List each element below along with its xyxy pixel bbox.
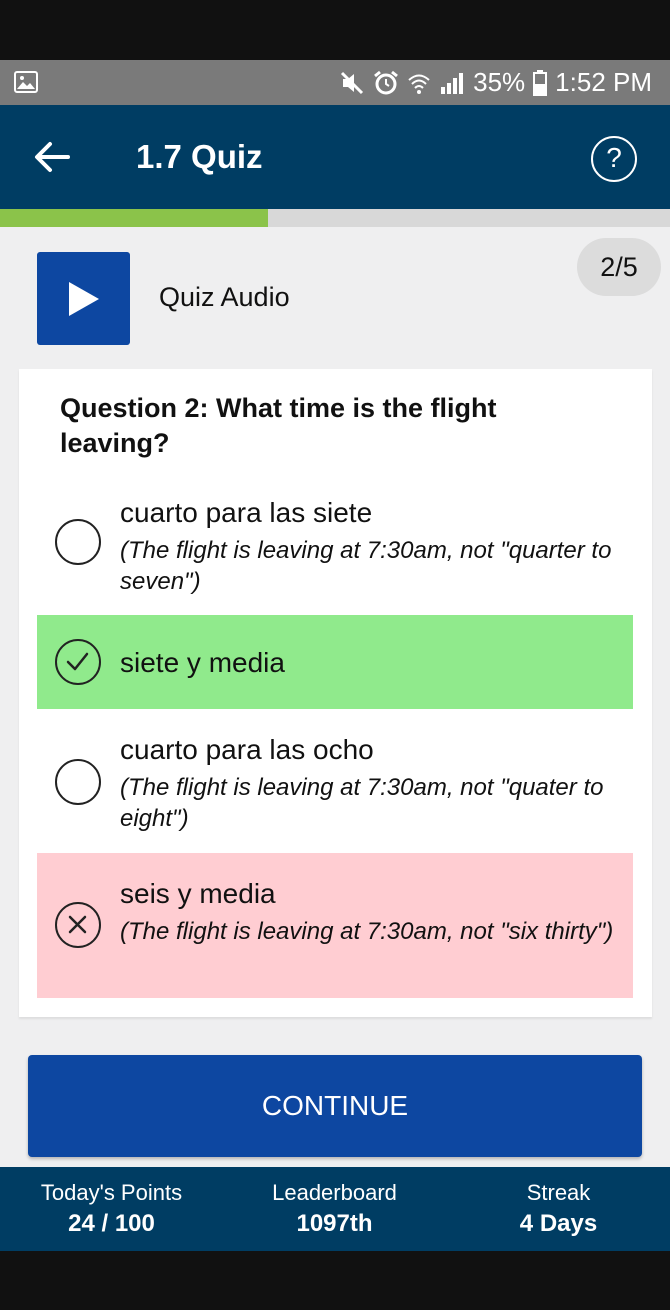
answer-option-4[interactable]: seis y media (The flight is leaving at 7… [37,853,633,998]
answer-label: cuarto para las ocho [120,734,374,765]
leaderboard-stat[interactable]: Leaderboard 1097th [223,1179,446,1241]
audio-label: Quiz Audio [159,282,290,312]
alarm-icon [373,70,399,96]
play-icon [69,282,99,316]
streak-label: Streak [526,1180,591,1205]
question-card: Question 2: What time is the flight leav… [19,369,652,1017]
bottom-letterbox [0,1251,670,1310]
play-audio-button[interactable] [37,252,130,345]
question-counter: 2/5 [577,238,661,296]
stats-footer: Today's Points 24 / 100 Leaderboard 1097… [0,1167,670,1251]
answer-label: siete y media [120,647,285,678]
points-label: Today's Points [40,1180,183,1205]
leaderboard-label: Leaderboard [272,1180,397,1205]
gallery-icon [14,71,38,93]
app-header: 1.7 Quiz ? [0,105,670,209]
answer-feedback: (The flight is leaving at 7:30am, not "s… [120,918,614,945]
question-text: Question 2: What time is the flight leav… [60,393,497,458]
streak-stat: Streak 4 Days [447,1179,670,1241]
answer-feedback: (The flight is leaving at 7:30am, not "q… [120,774,604,832]
leaderboard-value: 1097th [296,1210,373,1237]
answer-option-3[interactable]: cuarto para las ocho (The flight is leav… [37,725,633,841]
back-arrow-icon[interactable] [34,141,70,173]
battery-percent: 35% [473,67,526,97]
answer-option-1[interactable]: cuarto para las siete (The flight is lea… [37,483,633,599]
answer-label: seis y media [120,878,276,909]
check-circle-icon[interactable] [55,639,101,685]
quiz-progress-fill [0,209,268,227]
quiz-progress-bar [0,209,670,227]
status-bar: 35% 1:52 PM [0,60,670,105]
x-circle-icon[interactable] [55,902,101,948]
todays-points-stat: Today's Points 24 / 100 [0,1179,223,1241]
points-value: 24 / 100 [68,1210,155,1237]
continue-button[interactable]: CONTINUE [28,1055,642,1157]
radio-unselected-icon[interactable] [55,759,101,805]
top-letterbox [0,0,670,60]
mute-icon [339,70,365,96]
streak-value: 4 Days [519,1210,598,1237]
clock: 1:52 PM [555,67,652,97]
battery-icon [533,69,548,96]
page-title: 1.7 Quiz [136,138,263,175]
answer-option-2[interactable]: siete y media [37,615,633,709]
answer-feedback: (The flight is leaving at 7:30am, not "q… [120,537,612,595]
answer-label: cuarto para las siete [120,497,373,528]
help-button[interactable]: ? [591,136,637,182]
signal-icon [439,71,465,95]
radio-unselected-icon[interactable] [55,519,101,565]
wifi-icon [407,71,431,95]
